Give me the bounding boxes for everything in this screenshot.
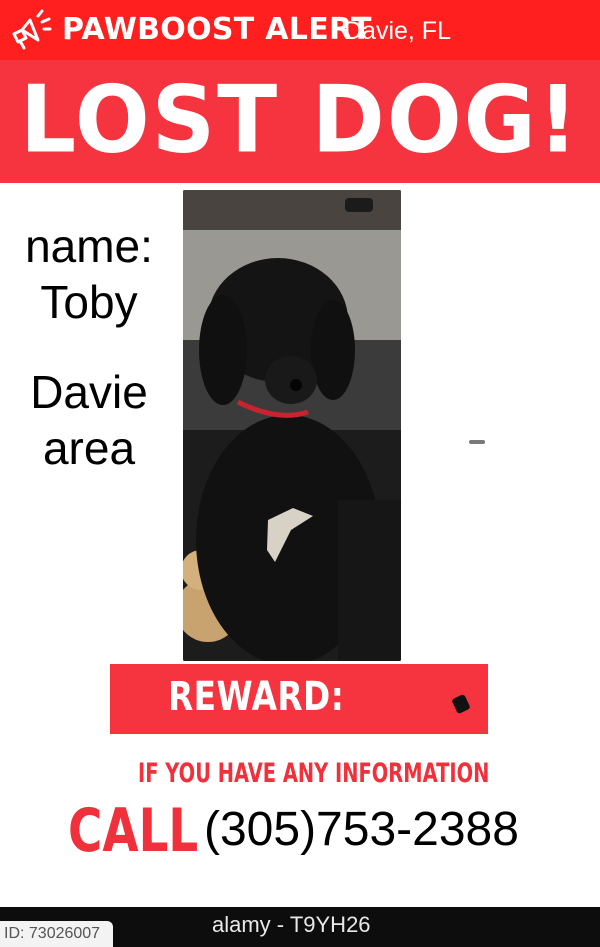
- watermark-text: alamy - T9YH26: [212, 912, 371, 937]
- stray-mark: [469, 440, 485, 444]
- megaphone-icon: [12, 9, 52, 50]
- name-label: name:: [25, 220, 153, 272]
- area-block: Davie area: [0, 364, 178, 476]
- dog-name-block: name: Toby: [0, 218, 178, 330]
- reward-label: REWARD:: [168, 674, 345, 720]
- alert-header: PAWBOOST ALERT Davie, FL: [0, 0, 600, 60]
- phone-number[interactable]: (305)753-2388: [204, 802, 519, 857]
- area-line-1: Davie: [30, 366, 148, 418]
- call-word: CALL: [68, 796, 199, 866]
- banner-title: LOST DOG!: [19, 65, 580, 174]
- brand-title: PAWBOOST ALERT: [62, 12, 372, 47]
- dog-photo: [183, 190, 401, 661]
- dog-name: Toby: [40, 276, 138, 328]
- reward-ink-mark: [451, 693, 471, 715]
- image-id-badge: ID: 73026007: [0, 921, 113, 947]
- lost-dog-banner: LOST DOG!: [0, 60, 600, 183]
- reward-banner: REWARD:: [110, 664, 488, 734]
- area-line-2: area: [42, 422, 136, 474]
- info-line: IF YOU HAVE ANY INFORMATION: [138, 758, 490, 789]
- alert-location: Davie, FL: [344, 17, 451, 45]
